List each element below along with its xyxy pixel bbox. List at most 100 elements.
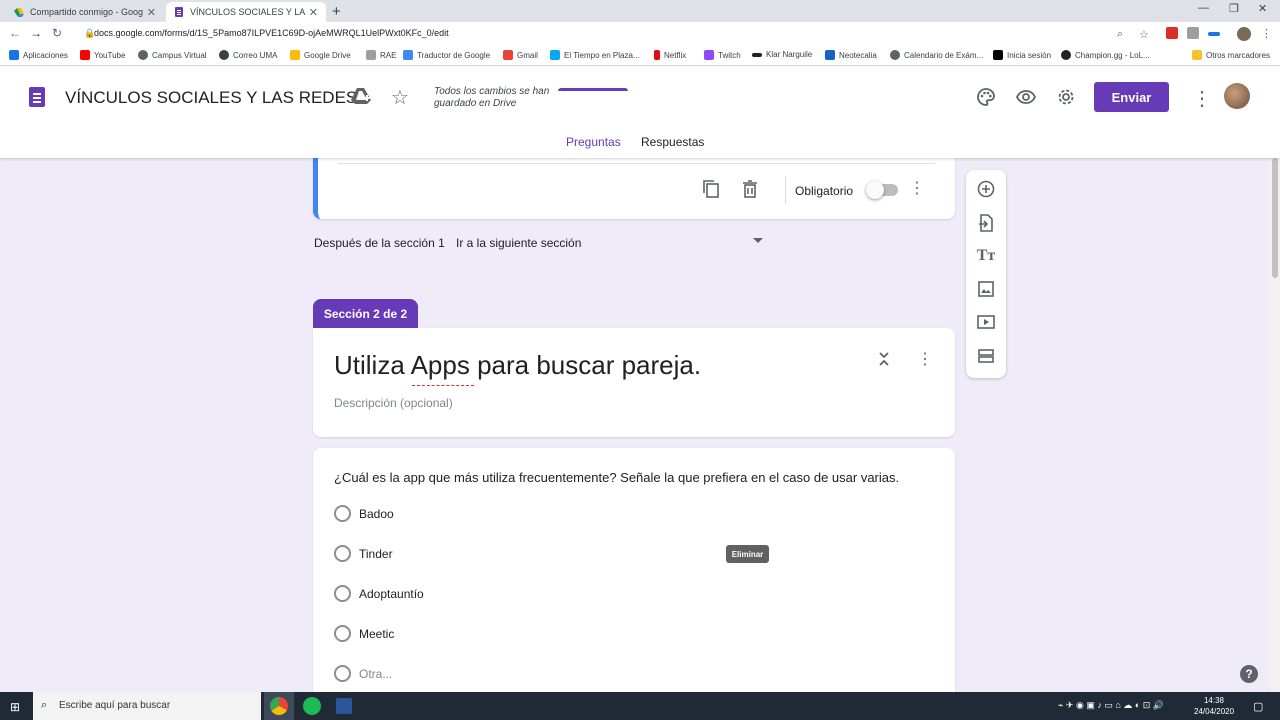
bookmark-campus-virtual[interactable]: Campus Virtual [138, 50, 207, 60]
taskbar-search[interactable]: ⌕ Escribe aquí para buscar [33, 692, 261, 720]
bookmark-correo-uma[interactable]: Correo UMA [219, 50, 277, 60]
radio-button[interactable] [334, 505, 351, 522]
option-badoo[interactable]: Badoo [334, 505, 394, 522]
back-icon[interactable]: ← [9, 26, 21, 40]
bookmark-youtube[interactable]: YouTube [80, 50, 125, 60]
address-bar[interactable]: 🔒 docs.google.com/forms/d/1S_5Pamo87ILPV… [72, 25, 1160, 43]
browser-tab-forms[interactable]: VÍNCULOS SOCIALES Y LAS REDE ✕ [166, 2, 326, 22]
page-scrollbar[interactable] [1270, 158, 1280, 692]
add-title-icon[interactable]: Tт [976, 246, 996, 266]
radio-button[interactable] [334, 545, 351, 562]
bookmark-netflix[interactable]: Netflix [654, 50, 686, 60]
reload-icon[interactable]: ↻ [52, 26, 62, 40]
close-tab-icon[interactable]: ✕ [309, 6, 318, 19]
google-forms-logo-icon[interactable] [29, 87, 45, 107]
weather-icon [550, 50, 560, 60]
collapse-icon[interactable] [878, 352, 890, 366]
chrome-icon[interactable] [270, 697, 288, 715]
bookmark-klar[interactable]: Klar Narguile [752, 50, 812, 59]
duplicate-icon[interactable] [702, 180, 720, 198]
help-icon[interactable]: ? [1240, 665, 1258, 683]
restore-icon[interactable]: ❐ [1229, 2, 1239, 15]
bookmark-twitch[interactable]: Twitch [704, 50, 741, 60]
bookmark-label: Google Drive [304, 50, 351, 60]
required-toggle[interactable] [866, 181, 898, 199]
question-card[interactable]: ¿Cuál es la app que más utiliza frecuent… [313, 448, 955, 708]
bookmark-label: Campus Virtual [152, 50, 207, 60]
bookmark-champion[interactable]: Champion.gg - LoL... [1061, 50, 1150, 60]
tab-label: VÍNCULOS SOCIALES Y LAS REDE [190, 7, 305, 17]
close-window-icon[interactable]: ✕ [1258, 2, 1267, 15]
bookmark-google-drive[interactable]: Google Drive [290, 50, 351, 60]
section-header-card[interactable]: Utiliza Apps para buscar pareja. Descrip… [313, 328, 955, 437]
zoom-icon[interactable]: ⌕ [1117, 28, 1123, 41]
forward-icon[interactable]: → [30, 26, 42, 40]
add-section-icon[interactable] [976, 346, 996, 366]
new-tab-button[interactable]: + [332, 3, 341, 20]
tab-preguntas[interactable]: Preguntas [566, 135, 621, 149]
radio-button[interactable] [334, 625, 351, 642]
divider [338, 163, 935, 164]
star-icon[interactable]: ☆ [391, 85, 409, 110]
close-tab-icon[interactable]: ✕ [147, 6, 156, 19]
browser-profile-avatar[interactable] [1237, 27, 1251, 41]
more-options-icon[interactable]: ⋮ [917, 349, 933, 369]
tray-icons[interactable]: ⌁ ✈ ◉ ▣ ♪ ▭ ⌂ ☁ ◐ ⊡ 🔊 [1058, 700, 1164, 711]
more-options-icon[interactable]: ⋮ [1192, 86, 1212, 111]
tab-respuestas[interactable]: Respuestas [641, 135, 704, 149]
option-other[interactable]: Otra... [334, 665, 392, 682]
search-icon: ⌕ [41, 699, 48, 711]
browser-menu-icon[interactable]: ⋮ [1261, 27, 1272, 40]
bookmark-rae[interactable]: RAE [366, 50, 396, 60]
preview-eye-icon[interactable] [1016, 89, 1036, 105]
add-image-icon[interactable] [976, 279, 996, 299]
bookmark-label: Calendario de Exám... [904, 50, 984, 60]
bookmark-calendario[interactable]: Calendario de Exám... [890, 50, 983, 60]
browser-tabstrip: Compartido conmigo - Google D ✕ VÍNCULOS… [0, 0, 1280, 22]
bookmark-el-tiempo[interactable]: El Tiempo en Plaza... [550, 50, 640, 60]
send-button[interactable]: Enviar [1094, 82, 1169, 112]
scrollbar-thumb[interactable] [1272, 158, 1278, 278]
bookmark-apps[interactable]: Aplicaciones [9, 50, 68, 60]
dropdown-arrow-icon[interactable] [753, 238, 763, 243]
taskbar-clock[interactable]: 14:38 24/04/2020 [1194, 695, 1234, 717]
bookmark-neotecalia[interactable]: Neotecalia [825, 50, 877, 60]
browser-toolbar: ← → ↻ 🔒 docs.google.com/forms/d/1S_5Pamo… [0, 22, 1280, 46]
extension-icon[interactable] [1187, 27, 1199, 39]
bookmark-inicia-sesion[interactable]: Inicia sesión [993, 50, 1051, 60]
extension-shield-icon[interactable] [1166, 27, 1178, 39]
minimize-icon[interactable]: — [1198, 2, 1209, 14]
extension-wave-icon[interactable] [1208, 32, 1220, 36]
radio-button[interactable] [334, 665, 351, 682]
notifications-icon[interactable]: ▢ [1253, 700, 1263, 713]
google-forms-icon [175, 7, 183, 17]
option-label: Badoo [359, 506, 394, 521]
browser-tab-shared-with-me[interactable]: Compartido conmigo - Google D ✕ [6, 2, 164, 22]
windows-start-icon[interactable]: ⊞ [10, 700, 20, 714]
delete-trash-icon[interactable] [742, 180, 758, 198]
word-icon[interactable] [336, 698, 352, 714]
move-to-folder-icon[interactable] [351, 87, 371, 105]
bookmark-other[interactable]: Otros marcadores [1192, 50, 1270, 60]
form-title[interactable]: VÍNCULOS SOCIALES Y LAS REDES [65, 88, 357, 108]
spotify-icon[interactable] [303, 697, 321, 715]
option-tinder[interactable]: Tinder [334, 545, 393, 562]
radio-button[interactable] [334, 585, 351, 602]
settings-gear-icon[interactable] [1056, 87, 1076, 107]
option-meetic[interactable]: Meetic [334, 625, 394, 642]
question-text: ¿Cuál es la app que más utiliza frecuent… [334, 470, 900, 485]
add-question-icon[interactable] [976, 179, 996, 199]
import-questions-icon[interactable] [976, 213, 996, 233]
bookmark-translate[interactable]: Traductor de Google [403, 50, 490, 60]
goto-section-select[interactable]: Ir a la siguiente sección [456, 236, 581, 250]
option-adoptauntio[interactable]: Adoptauntío [334, 585, 424, 602]
section-description[interactable]: Descripción (opcional) [334, 396, 453, 410]
bookmark-gmail[interactable]: Gmail [503, 50, 538, 60]
bookmark-label: RAE [380, 50, 397, 60]
section-title[interactable]: Utiliza Apps para buscar pareja. [334, 350, 701, 381]
more-options-icon[interactable]: ⋮ [909, 178, 925, 198]
palette-icon[interactable] [976, 87, 996, 107]
add-video-icon[interactable] [976, 312, 996, 332]
bookmark-star-icon[interactable]: ☆ [1139, 28, 1149, 41]
user-avatar[interactable] [1224, 83, 1250, 109]
